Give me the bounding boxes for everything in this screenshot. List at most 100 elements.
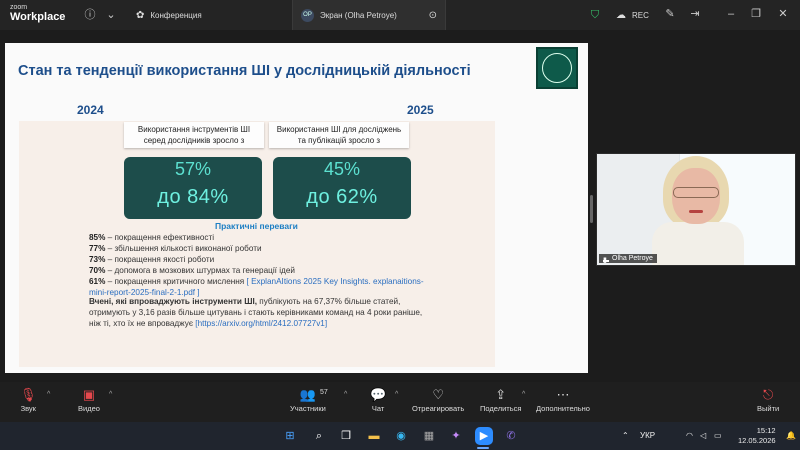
participant-name-tag: ▮ Olha Petroye [599, 254, 657, 264]
rec-label: REC [632, 10, 649, 20]
chevron-up-icon[interactable]: ^ [395, 391, 398, 398]
stat-to: до 62% [306, 186, 378, 208]
wifi-icon[interactable]: ◠ [686, 431, 693, 440]
participant-body [652, 222, 744, 265]
pencil-icon[interactable]: ✎ [663, 7, 677, 21]
mouth [689, 210, 703, 213]
chevron-up-icon[interactable]: ^ [47, 391, 50, 398]
section-title: Практичні переваги [215, 221, 298, 231]
windows-taskbar: ⊞ ⌕ ❒ ▬ ◉ ▦ ✦ ▶ ✆ ⌃ УКР ◠ ◁ ▭ 15:12 12.0… [0, 422, 800, 450]
participants-label: Участники [290, 404, 326, 413]
chat-button[interactable]: 💬 Чат [370, 386, 386, 413]
minimize-icon[interactable]: – [724, 7, 738, 21]
meeting-toolbar: 🎙 Звук ^ ▣ Видео ^ 👥 Участники 57 ^ 💬 Ча… [0, 382, 800, 422]
university-logo [536, 47, 578, 89]
chevron-up-icon[interactable]: ^ [109, 391, 112, 398]
zoom-logo: zoom Workplace [10, 4, 65, 23]
participant-name: Olha Petroye [612, 255, 653, 262]
restore-icon[interactable]: ❐ [749, 7, 763, 21]
react-label: Отреагировать [412, 404, 465, 413]
meeting-icon: ✿ [136, 9, 145, 21]
exit-share-icon[interactable]: ⇥ [688, 7, 702, 21]
participants-count: 57 [320, 389, 328, 396]
chat-label: Чат [371, 404, 385, 413]
video-label: Видео [78, 404, 100, 413]
share-label: Поделиться [480, 404, 522, 413]
more-icon[interactable]: ⊙ [429, 10, 437, 21]
year-left: 2024 [77, 103, 104, 117]
chevron-up-icon[interactable]: ^ [522, 391, 525, 398]
rec-indicator[interactable]: ☁ REC [616, 0, 649, 30]
windows-start-icon[interactable]: ⊞ [281, 427, 299, 445]
leave-label: Выйти [757, 404, 780, 413]
copilot-icon[interactable]: ✦ [447, 427, 465, 445]
list-item: 73% – покращення якості роботи [89, 255, 215, 264]
leave-icon: ⎋ [762, 387, 774, 402]
stat-from: 45% [323, 159, 361, 179]
stat-card-2025: 45% до 62% [273, 157, 411, 219]
logo-workplace: Workplace [10, 11, 66, 23]
list-item: 61% – покращення критичного мислення [ E… [89, 277, 424, 297]
edge-icon[interactable]: ◉ [392, 427, 410, 445]
benefits-list: 85% – покращення ефективності 77% – збіл… [89, 232, 439, 298]
more-label: Дополнительно [536, 404, 590, 413]
slide-title: Стан та тенденції використання ШІ у досл… [18, 63, 471, 79]
tab-share-label: Экран (Olha Petroye) [320, 10, 397, 20]
video-button[interactable]: ▣ Видео [78, 386, 100, 413]
react-button[interactable]: ♡ Отреагировать [412, 386, 464, 413]
info-icon[interactable]: ⓘ [83, 8, 97, 22]
tab-screen-share[interactable]: OP Экран (Olha Petroye) ⊙ [292, 0, 446, 30]
glasses [673, 187, 719, 198]
tab-meeting[interactable]: ✿ Конференция [136, 0, 202, 30]
tab-meeting-label: Конференция [150, 10, 202, 20]
list-item: 77% – збільшення кількості виконаної роб… [89, 244, 262, 253]
audio-button[interactable]: 🎙 Звук [20, 386, 37, 413]
chevron-up-icon[interactable]: ^ [344, 391, 347, 398]
list-item: 70% – допомога в мозкових штурмах та ген… [89, 266, 295, 275]
year-right: 2025 [407, 103, 434, 117]
share-button[interactable]: ⇪ Поделиться [480, 386, 521, 413]
stat-label-2025: Використання ШІ для досліджень та публік… [269, 122, 409, 148]
signal-icon: ▮ [603, 256, 609, 264]
search-icon[interactable]: ⌕ [310, 427, 328, 445]
audio-label: Звук [20, 404, 36, 413]
summary-paragraph: Вчені, які впроваджують інструменти ШІ, … [89, 297, 423, 328]
active-app-indicator [477, 447, 489, 449]
folder-icon[interactable]: ▬ [365, 427, 383, 445]
cloud-icon: ☁ [616, 9, 626, 21]
zoom-window: zoom Workplace ⓘ ⌄ ✿ Конференция OP Экра… [0, 0, 800, 450]
chevron-down-icon[interactable]: ⌄ [104, 8, 118, 22]
more-icon: ⋯ [556, 387, 570, 402]
language-indicator[interactable]: УКР [640, 431, 655, 440]
stat-card-2024: 57% до 84% [124, 157, 262, 219]
clock-date: 12.05.2026 [738, 436, 776, 445]
avatar: OP [301, 8, 314, 22]
mic-muted-icon: 🎙 [20, 387, 37, 402]
share-icon: ⇪ [495, 387, 507, 402]
chevron-up-icon[interactable]: ⌃ [622, 431, 629, 440]
participant-video[interactable]: ▮ Olha Petroye [596, 153, 796, 266]
system-clock[interactable]: 15:12 12.05.2026 [738, 426, 776, 446]
clock-time: 15:12 [756, 426, 776, 435]
arxiv-link[interactable]: [https://arxiv.org/html/2412.07727v1] [195, 319, 327, 328]
shared-screen: Стан та тенденції використання ШІ у досл… [5, 43, 588, 373]
stat-to: до 84% [157, 186, 229, 208]
splitter-handle[interactable] [590, 195, 593, 223]
chat-icon: 💬 [370, 387, 387, 402]
store-icon[interactable]: ▦ [420, 427, 438, 445]
volume-icon[interactable]: ◁ [700, 431, 706, 440]
stat-label-2024: Використання інструментів ШІ серед дослі… [124, 122, 264, 148]
stat-from: 57% [174, 159, 212, 179]
more-button[interactable]: ⋯ Дополнительно [536, 386, 590, 413]
battery-icon[interactable]: ▭ [714, 431, 722, 440]
viber-icon[interactable]: ✆ [502, 427, 520, 445]
zoom-app-icon[interactable]: ▶ [475, 427, 493, 445]
logo-zoom: zoom [10, 4, 28, 11]
task-view-icon[interactable]: ❒ [337, 427, 355, 445]
camera-off-icon: ▣ [82, 387, 96, 402]
close-icon[interactable]: ✕ [776, 7, 790, 21]
notification-icon[interactable]: 🔔 [786, 431, 796, 440]
shield-icon[interactable]: ⛉ [588, 8, 602, 22]
leave-button[interactable]: ⎋ Выйти [757, 386, 779, 413]
list-item: 85% – покращення ефективності [89, 233, 215, 242]
